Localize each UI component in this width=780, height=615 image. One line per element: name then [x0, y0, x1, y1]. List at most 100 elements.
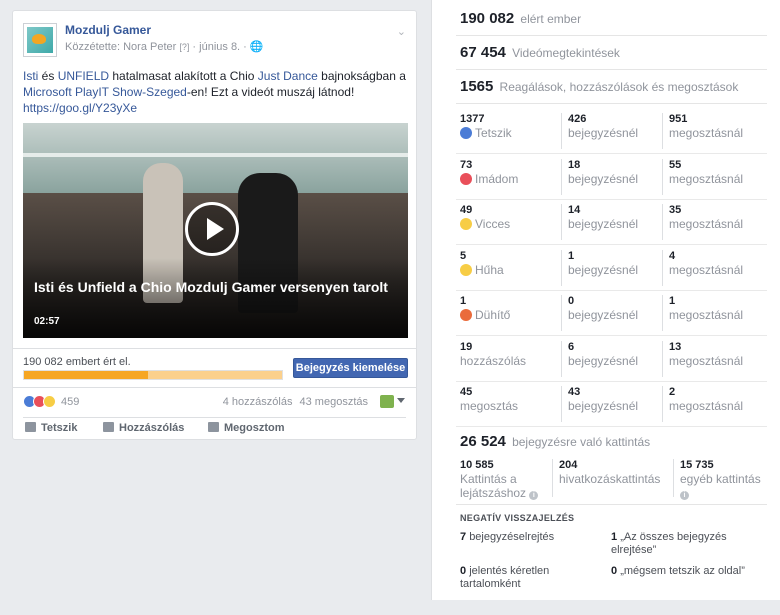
post-as-selector[interactable]: [380, 395, 406, 409]
published-by-help[interactable]: [?]: [179, 42, 189, 52]
row-on-shares-label: megosztásnál: [669, 354, 744, 368]
row-total-label: Vicces: [475, 217, 511, 231]
row-total-label: megosztás: [460, 399, 519, 413]
row-on-post-value: 43: [568, 386, 581, 398]
row-on-post: 1 bejegyzésnél: [561, 250, 661, 286]
hide-post-value: 7: [460, 531, 467, 543]
row-total-value: 5: [460, 250, 467, 262]
row-on-shares-value: 13: [669, 341, 682, 353]
unlike-page-value: 0: [611, 565, 618, 577]
post-insights-panel: 190 082 elért ember 67 454 Videómegtekin…: [431, 0, 780, 600]
row-total-label: hozzászólás: [460, 354, 527, 368]
breakdown-row: 45 megosztás 43 bejegyzésnél 2 megosztásnál: [460, 386, 770, 426]
row-on-post: 43 bejegyzésnél: [561, 386, 661, 422]
link-clicks-label: hivatkozáskattintás: [559, 472, 661, 486]
mention-isti[interactable]: Isti: [23, 69, 38, 83]
clicks-breakdown: 10 585 Kattintás a lejátszáshoz i 204 hi…: [460, 459, 770, 500]
row-on-post-label: bejegyzésnél: [568, 263, 639, 277]
row-on-shares: 55 megosztásnál: [662, 159, 767, 195]
reaction-count: 459: [61, 395, 80, 408]
text-segment: hatalmasat alakított a Chio: [109, 69, 258, 83]
clicks-label: bejegyzésre való kattintás: [512, 435, 651, 449]
chevron-down-icon[interactable]: ⌄: [397, 25, 406, 38]
row-on-shares: 35 megosztásnál: [662, 204, 767, 240]
row-total: 1 Dühítő: [460, 295, 560, 331]
engage-value: 1565: [460, 78, 494, 95]
row-on-shares-value: 55: [669, 159, 682, 171]
info-icon[interactable]: i: [680, 491, 689, 500]
hide-post-stat: 7 bejegyzéselrejtés: [460, 531, 600, 544]
negative-feedback-title: NEGATÍV VISSZAJELZÉS: [460, 513, 575, 523]
like-button[interactable]: Tetszik: [25, 422, 77, 434]
haha-reaction-icon: [43, 395, 56, 409]
breakdown-row: 5 Hűha 1 bejegyzésnél 4 megosztásnál: [460, 250, 770, 290]
mention-just-dance[interactable]: Just Dance: [258, 69, 318, 83]
love-reaction-icon: [460, 173, 472, 185]
reach-value: 190 082: [460, 10, 515, 27]
post-meta: Közzétette: Nora Peter [?] · június 8. ·…: [65, 40, 264, 53]
post-text: Isti és UNFIELD hatalmasat alakított a C…: [23, 68, 408, 116]
row-total: 49 Vicces: [460, 204, 560, 240]
row-total-value: 1377: [460, 113, 485, 125]
row-on-shares-value: 35: [669, 204, 682, 216]
row-total-label: Dühítő: [475, 308, 511, 322]
row-on-post: 6 bejegyzésnél: [561, 341, 661, 377]
mention-playit-show[interactable]: Microsoft PlayIT Show-Szeged: [23, 85, 187, 99]
row-on-shares: 2 megosztásnál: [662, 386, 767, 422]
row-total: 5 Hűha: [460, 250, 560, 286]
row-on-shares-label: megosztásnál: [669, 399, 744, 413]
row-on-post-label: bejegyzésnél: [568, 354, 639, 368]
text-segment: és: [38, 69, 58, 83]
post-date[interactable]: · június 8. ·: [192, 41, 246, 53]
text-segment: -en! Ezt a videót muszáj látnod!: [186, 85, 355, 99]
thumbs-up-icon: [25, 422, 36, 432]
share-label: Megosztom: [224, 422, 285, 434]
row-on-shares-value: 4: [669, 250, 676, 262]
video-duration: 02:57: [34, 316, 60, 327]
play-icon[interactable]: [185, 202, 239, 256]
row-total: 1377 Tetszik: [460, 113, 560, 149]
page-name-link[interactable]: Mozdulj Gamer: [65, 23, 151, 37]
row-total-value: 73: [460, 159, 473, 171]
post-clicks-stat: 26 524 bejegyzésre való kattintás: [460, 433, 650, 450]
row-on-shares-value: 1: [669, 295, 676, 307]
video-thumbnail: [23, 123, 408, 193]
video-player[interactable]: Isti és Unfield a Chio Mozdulj Gamer ver…: [23, 123, 408, 338]
post-header: Mozdulj Gamer Közzétette: Nora Peter [?]…: [23, 23, 406, 59]
breakdown-row: 1377 Tetszik 426 bejegyzésnél 951 megosztásná…: [460, 113, 770, 153]
row-on-shares: 4 megosztásnál: [662, 250, 767, 286]
info-icon[interactable]: i: [529, 491, 539, 500]
row-on-post-label: bejegyzésnél: [568, 217, 639, 231]
row-on-post-value: 18: [568, 159, 581, 171]
hide-all-value: 1: [611, 531, 618, 543]
clicks-to-play: 10 585 Kattintás a lejátszáshoz i: [460, 459, 550, 500]
page-avatar[interactable]: [23, 23, 57, 57]
reaction-summary[interactable]: 459: [23, 394, 79, 410]
share-count-link[interactable]: 43 megosztás: [300, 396, 368, 408]
video-title: Isti és Unfield a Chio Mozdulj Gamer ver…: [34, 279, 388, 295]
share-button[interactable]: Megosztom: [208, 422, 285, 434]
post-url-link[interactable]: https://goo.gl/Y23yXe: [23, 101, 137, 115]
engagement-counts: 4 hozzászólás 43 megosztás: [219, 396, 368, 408]
clicks-to-play-value: 10 585: [460, 459, 494, 471]
boost-post-button[interactable]: Bejegyzés kiemelése: [293, 358, 408, 378]
other-clicks: 15 735 egyéb kattintás i: [673, 459, 768, 500]
comment-icon: [103, 422, 114, 432]
chevron-down-icon: [397, 398, 405, 403]
mention-unfield[interactable]: UNFIELD: [58, 69, 109, 83]
row-on-shares-label: megosztásnál: [669, 217, 744, 231]
row-on-shares: 951 megosztásnál: [662, 113, 767, 149]
row-total: 45 megosztás: [460, 386, 560, 422]
comment-count-link[interactable]: 4 hozzászólás: [223, 396, 293, 408]
page-picture-icon: [380, 395, 394, 408]
other-clicks-label: egyéb kattintás: [680, 472, 761, 486]
comment-label: Hozzászólás: [119, 422, 185, 434]
comment-button[interactable]: Hozzászólás: [103, 422, 184, 434]
row-on-shares-value: 2: [669, 386, 676, 398]
row-on-post-label: bejegyzésnél: [568, 308, 639, 322]
row-total-value: 19: [460, 341, 473, 353]
reach-text: 190 082 embert ért el.: [23, 356, 131, 368]
published-by: Közzétette: Nora Peter: [65, 41, 177, 53]
other-clicks-value: 15 735: [680, 459, 714, 471]
breakdown-row: 49 Vicces 14 bejegyzésnél 35 megosztásnál: [460, 204, 770, 244]
